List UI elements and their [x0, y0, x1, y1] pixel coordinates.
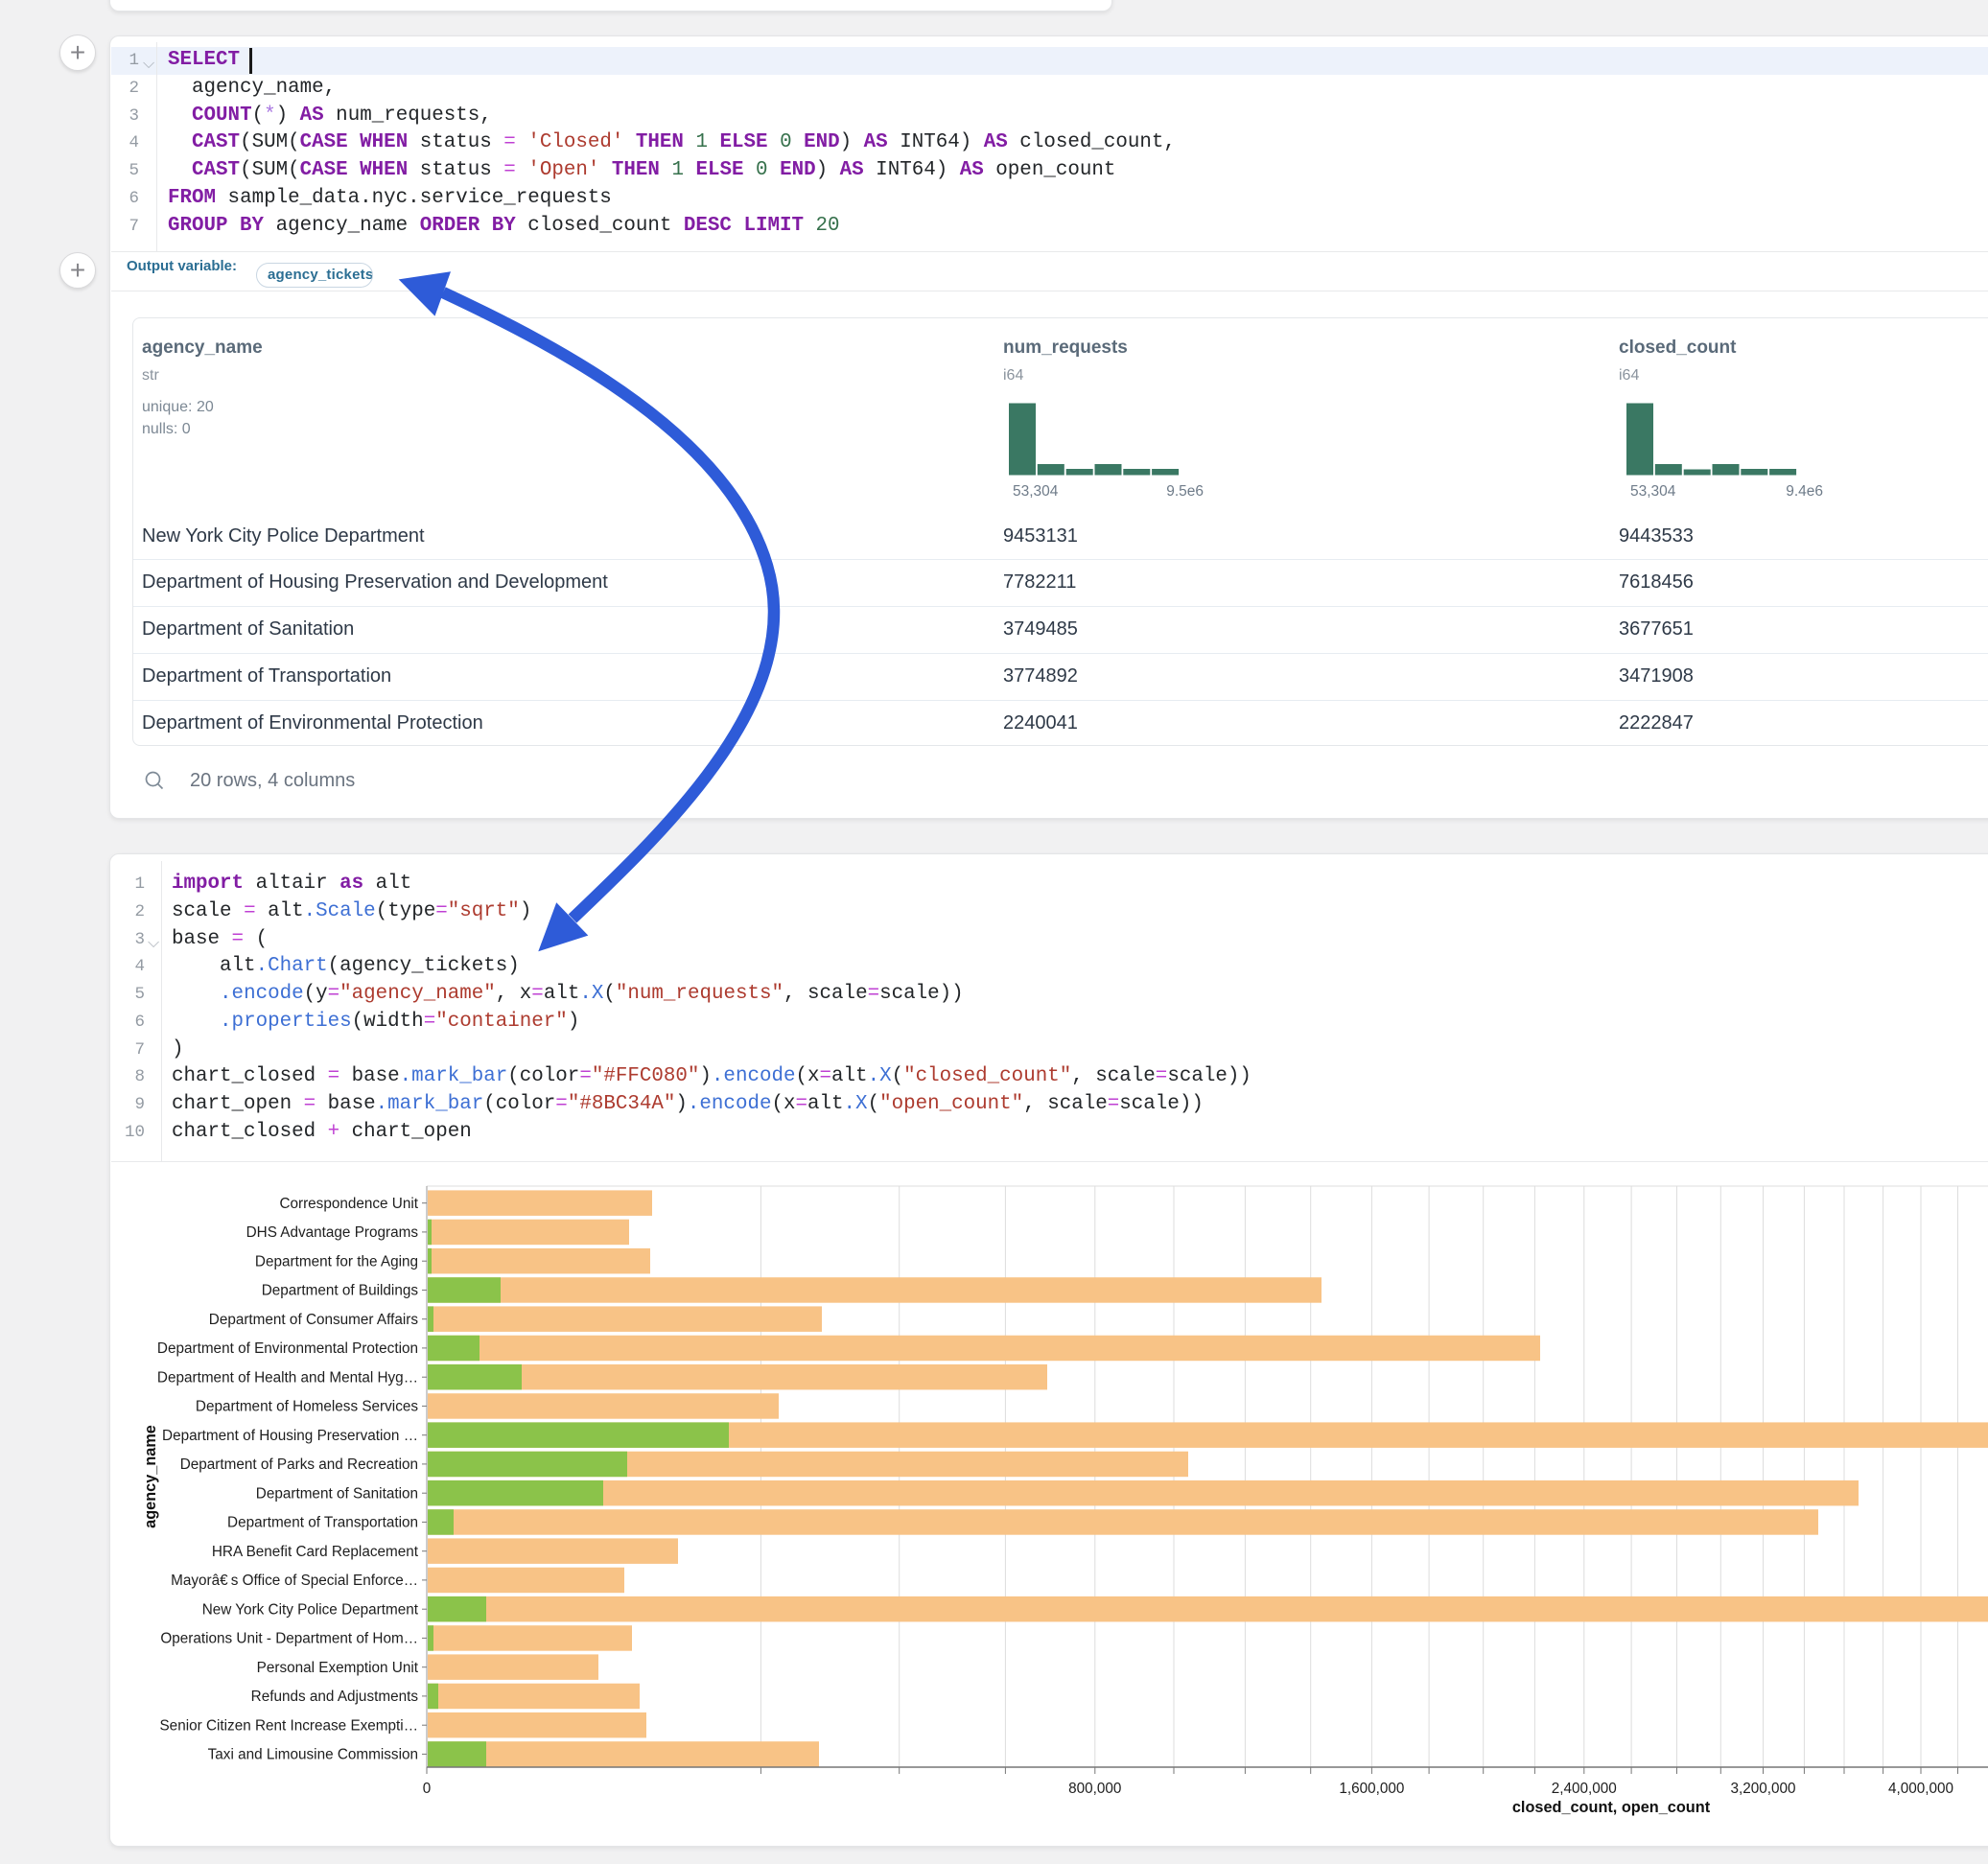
- svg-text:Department of Housing Preserva: Department of Housing Preservation …: [162, 1428, 418, 1444]
- svg-text:0: 0: [423, 1781, 432, 1797]
- svg-text:Refunds and Adjustments: Refunds and Adjustments: [251, 1689, 419, 1705]
- svg-text:agency_name: agency_name: [142, 1425, 159, 1528]
- svg-text:Department of Homeless Service: Department of Homeless Services: [196, 1399, 418, 1415]
- svg-text:4,000,000: 4,000,000: [1888, 1781, 1953, 1797]
- svg-text:Senior Citizen Rent Increase E: Senior Citizen Rent Increase Exempti…: [159, 1717, 418, 1734]
- svg-text:Department of Health and Menta: Department of Health and Mental Hyg…: [157, 1369, 418, 1386]
- svg-text:DHS Advantage Programs: DHS Advantage Programs: [246, 1224, 419, 1241]
- svg-text:800,000: 800,000: [1068, 1781, 1121, 1797]
- svg-text:Department of Transportation: Department of Transportation: [227, 1515, 418, 1531]
- svg-text:Department of Buildings: Department of Buildings: [262, 1283, 419, 1299]
- svg-text:1,600,000: 1,600,000: [1339, 1781, 1404, 1797]
- svg-text:Department of Sanitation: Department of Sanitation: [256, 1485, 418, 1502]
- svg-text:closed_count, open_count: closed_count, open_count: [1512, 1799, 1711, 1816]
- svg-text:2,400,000: 2,400,000: [1552, 1781, 1617, 1797]
- svg-text:3,200,000: 3,200,000: [1730, 1781, 1795, 1797]
- svg-text:Operations Unit - Department o: Operations Unit - Department of Hom…: [160, 1631, 418, 1647]
- svg-text:Personal Exemption Unit: Personal Exemption Unit: [257, 1660, 419, 1676]
- svg-text:HRA Benefit Card Replacement: HRA Benefit Card Replacement: [212, 1544, 419, 1560]
- svg-text:Department of Parks and Recrea: Department of Parks and Recreation: [180, 1456, 418, 1473]
- svg-text:Department for the Aging: Department for the Aging: [255, 1253, 418, 1270]
- svg-text:New York City Police Departmen: New York City Police Department: [202, 1601, 419, 1618]
- svg-text:Taxi and Limousine Commission: Taxi and Limousine Commission: [208, 1747, 418, 1763]
- svg-text:Department of Environmental Pr: Department of Environmental Protection: [157, 1340, 418, 1357]
- svg-text:Correspondence Unit: Correspondence Unit: [279, 1196, 418, 1212]
- svg-text:Mayorâ€ s Office of Special En: Mayorâ€ s Office of Special Enforce…: [171, 1573, 418, 1589]
- svg-text:Department of Consumer Affairs: Department of Consumer Affairs: [209, 1312, 419, 1328]
